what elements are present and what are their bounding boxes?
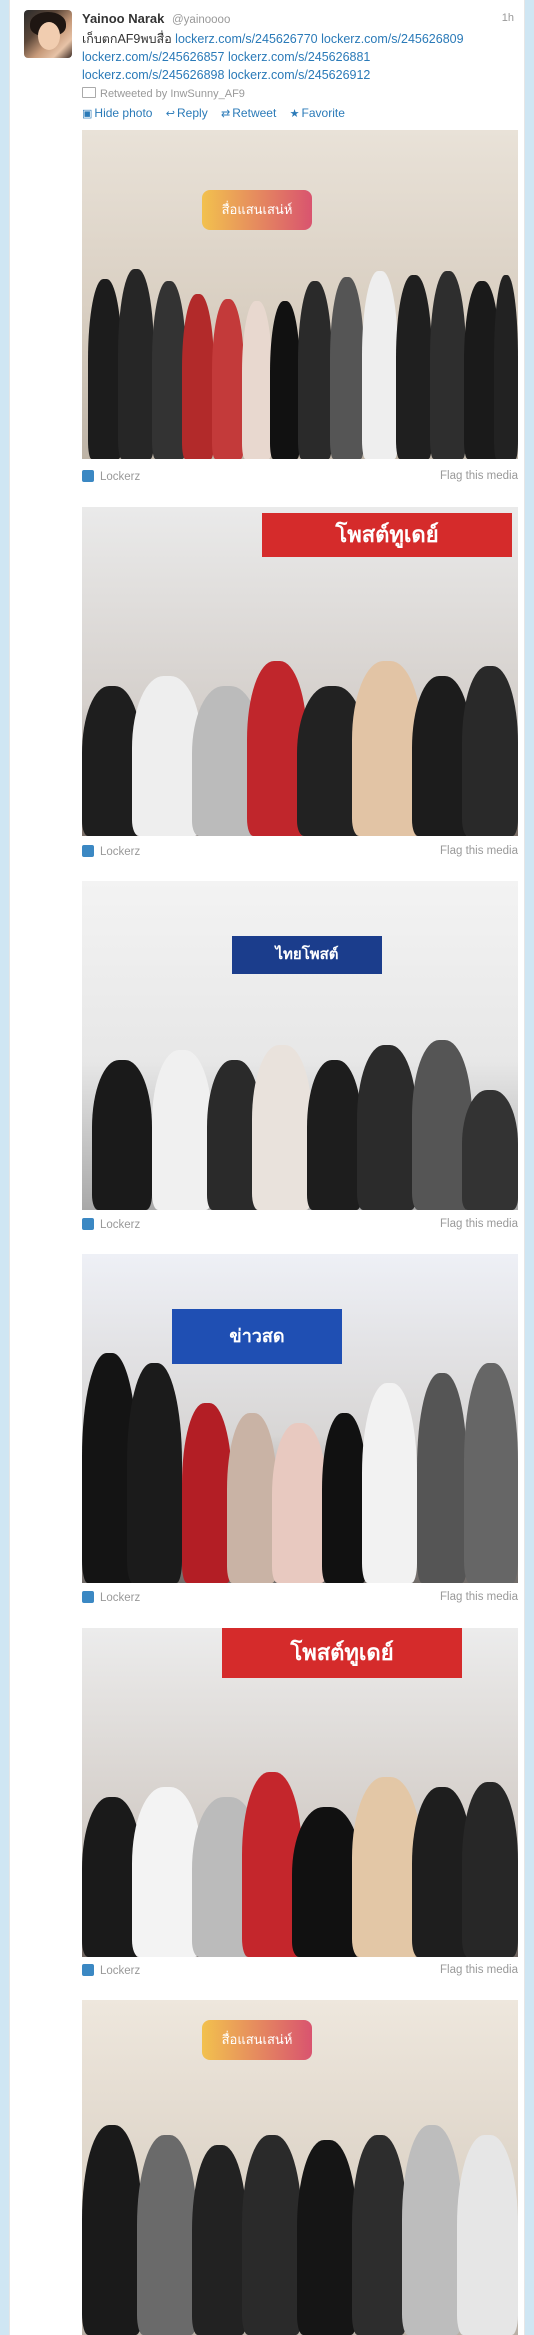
media-source-1[interactable]: Lockerz [82, 470, 140, 483]
page-background-right [525, 0, 534, 2335]
media-photo-4[interactable]: ข่าวสด [82, 1254, 518, 1583]
author-name[interactable]: Yainoo Narak [82, 11, 164, 26]
media-source-2[interactable]: Lockerz [82, 845, 140, 858]
media-meta-1: Lockerz Flag this media [82, 468, 518, 488]
lockerz-icon [82, 470, 94, 482]
retweet-source-icon [82, 87, 96, 98]
favorite-label: Favorite [301, 106, 345, 120]
photo-banner: โพสต์ทูเดย์ [222, 1628, 462, 1678]
media-source-label: Lockerz [100, 1965, 141, 1977]
hide-photo-button[interactable]: ▣ Hide photo [82, 106, 152, 120]
media-meta-5: Lockerz Flag this media [82, 1962, 518, 1982]
reply-icon: ↩ [165, 108, 176, 120]
tweet-card: Yainoo Narak @yainoooo 1h เก็บตกAF9พบสื่… [9, 0, 525, 2335]
photo-group-people [82, 632, 518, 836]
author-handle[interactable]: @yainoooo [172, 14, 230, 26]
photo-group-people [82, 1353, 518, 1583]
page-background-left [0, 0, 9, 2335]
flag-media-link-2[interactable]: Flag this media [440, 845, 518, 857]
media-meta-3: Lockerz Flag this media [82, 1216, 518, 1236]
photo-banner: สื่อแสนเสน่ห์ [202, 2020, 312, 2060]
media-source-3[interactable]: Lockerz [82, 1218, 140, 1231]
flag-media-link-5[interactable]: Flag this media [440, 1964, 518, 1976]
retweet-button[interactable]: ⇄ Retweet [221, 106, 276, 120]
reply-label: Reply [177, 106, 208, 120]
tweet-link-4[interactable]: lockerz.com/s/245626881 [228, 50, 370, 64]
media-photo-6[interactable]: สื่อแสนเสน่ห์ [82, 2000, 518, 2335]
image-icon: ▣ [82, 108, 93, 120]
media-photo-5[interactable]: โพสต์ทูเดย์ [82, 1628, 518, 1957]
retweeted-by-text: Retweeted by InwSunny_AF9 [100, 88, 245, 100]
media-source-label: Lockerz [100, 846, 141, 858]
media-source-4[interactable]: Lockerz [82, 1591, 140, 1604]
tweet-link-5[interactable]: lockerz.com/s/245626898 [82, 68, 224, 82]
hide-photo-label: Hide photo [94, 106, 153, 120]
author-avatar[interactable] [24, 10, 72, 58]
retweet-icon: ⇄ [221, 108, 231, 120]
flag-media-link-1[interactable]: Flag this media [440, 470, 518, 482]
tweet-link-1[interactable]: lockerz.com/s/245626770 [175, 32, 317, 46]
photo-group-people [82, 255, 518, 459]
retweet-label: Retweet [232, 106, 277, 120]
flag-media-link-3[interactable]: Flag this media [440, 1218, 518, 1230]
tweet-link-2[interactable]: lockerz.com/s/245626809 [321, 32, 463, 46]
avatar-face [38, 22, 60, 50]
lockerz-icon [82, 1964, 94, 1976]
lockerz-icon [82, 1218, 94, 1230]
media-photo-2[interactable]: โพสต์ทูเดย์ [82, 507, 518, 836]
media-meta-4: Lockerz Flag this media [82, 1589, 518, 1609]
tweet-actions: ▣ Hide photo ↩ Reply ⇄ Retweet ★ Favorite [82, 106, 355, 120]
photo-banner: โพสต์ทูเดย์ [262, 513, 512, 557]
tweet-text-prefix: เก็บตกAF9พบสื่อ [82, 32, 176, 46]
photo-group-people [82, 1006, 518, 1210]
favorite-icon: ★ [289, 108, 300, 120]
reply-button[interactable]: ↩ Reply [166, 106, 208, 120]
retweeted-by: Retweeted by InwSunny_AF9 [82, 87, 245, 100]
media-source-label: Lockerz [100, 1219, 141, 1231]
photo-group-people [82, 1753, 518, 1957]
media-photo-1[interactable]: สื่อแสนเสน่ห์ [82, 130, 518, 459]
photo-banner: สื่อแสนเสน่ห์ [202, 190, 312, 230]
media-source-label: Lockerz [100, 471, 141, 483]
media-meta-2: Lockerz Flag this media [82, 843, 518, 863]
media-source-label: Lockerz [100, 1592, 141, 1604]
media-photo-3[interactable]: ไทยโพสต์ [82, 881, 518, 1210]
favorite-button[interactable]: ★ Favorite [290, 106, 345, 120]
photo-group-people [82, 2101, 518, 2335]
tweet-link-6[interactable]: lockerz.com/s/245626912 [228, 68, 370, 82]
photo-banner: ไทยโพสต์ [232, 936, 382, 974]
media-source-5[interactable]: Lockerz [82, 1964, 140, 1977]
tweet-header: Yainoo Narak @yainoooo 1h [82, 11, 514, 29]
tweet-time[interactable]: 1h [502, 12, 514, 24]
tweet-link-3[interactable]: lockerz.com/s/245626857 [82, 50, 224, 64]
tweet-text: เก็บตกAF9พบสื่อ lockerz.com/s/245626770 … [82, 30, 522, 84]
flag-media-link-4[interactable]: Flag this media [440, 1591, 518, 1603]
lockerz-icon [82, 1591, 94, 1603]
lockerz-icon [82, 845, 94, 857]
